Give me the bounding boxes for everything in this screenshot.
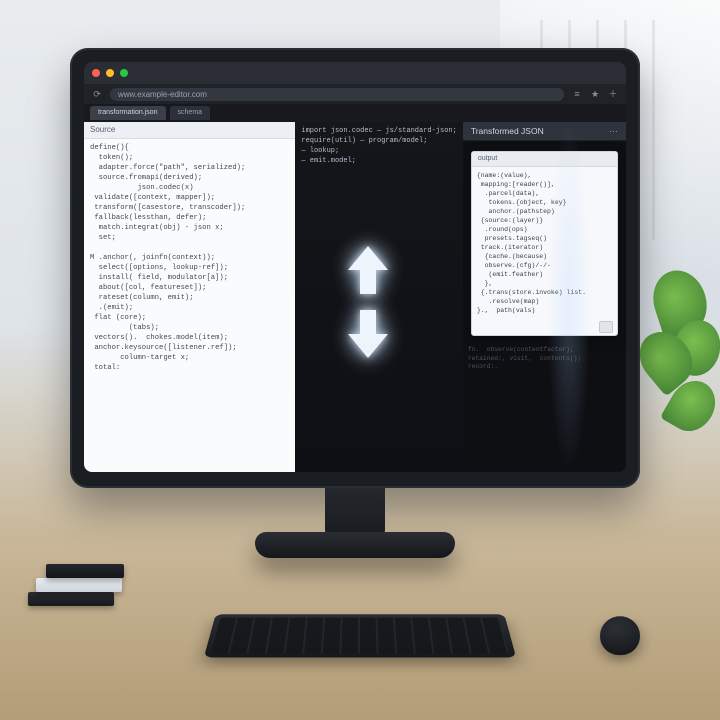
transformed-json-output[interactable]: {name:(value), mapping:[reader()], .parc… xyxy=(472,167,617,319)
mouse-decoration xyxy=(599,616,640,655)
url-field[interactable]: www.example-editor.com xyxy=(110,88,564,101)
source-code-editor[interactable]: define(){ token(); adapter.force("path",… xyxy=(84,139,295,472)
screen: ⟳ www.example-editor.com ≡ ★ ＋ transform… xyxy=(84,62,626,472)
panel-options-icon[interactable]: ⋯ xyxy=(609,122,618,140)
copy-output-button[interactable] xyxy=(599,321,613,333)
source-pane-title: Source xyxy=(84,122,295,139)
import-header-code: import json.codec — js/standard-json; re… xyxy=(295,122,462,170)
minimize-traffic-light[interactable] xyxy=(106,69,114,77)
window-titlebar xyxy=(84,62,626,84)
console-footer: fn. observe(contentfactor); retained:, v… xyxy=(463,344,626,376)
plant-decoration xyxy=(630,260,720,460)
reload-icon[interactable]: ⟳ xyxy=(92,89,102,99)
menu-icon[interactable]: ≡ xyxy=(572,89,582,99)
address-bar: ⟳ www.example-editor.com ≡ ★ ＋ xyxy=(84,84,626,104)
center-dark-pane: import json.codec — js/standard-json; re… xyxy=(295,122,462,472)
tab-transformation[interactable]: transformation.json xyxy=(90,106,166,120)
tab-schema[interactable]: schema xyxy=(170,106,211,120)
add-icon[interactable]: ＋ xyxy=(608,89,618,99)
maximize-traffic-light[interactable] xyxy=(120,69,128,77)
monitor: ⟳ www.example-editor.com ≡ ★ ＋ transform… xyxy=(70,48,640,488)
transformed-json-panel: output {name:(value), mapping:[reader()]… xyxy=(471,151,618,336)
close-traffic-light[interactable] xyxy=(92,69,100,77)
star-icon[interactable]: ★ xyxy=(590,89,600,99)
source-code-pane: Source define(){ token(); adapter.force(… xyxy=(84,122,295,472)
keyboard-decoration xyxy=(204,614,516,657)
books-decoration xyxy=(28,546,138,606)
tab-bar: transformation.json schema xyxy=(84,104,626,122)
transformed-json-title: Transformed JSON xyxy=(471,122,544,140)
transformed-json-header: Transformed JSON ⋯ xyxy=(463,122,626,141)
output-subheader: output xyxy=(472,152,617,167)
